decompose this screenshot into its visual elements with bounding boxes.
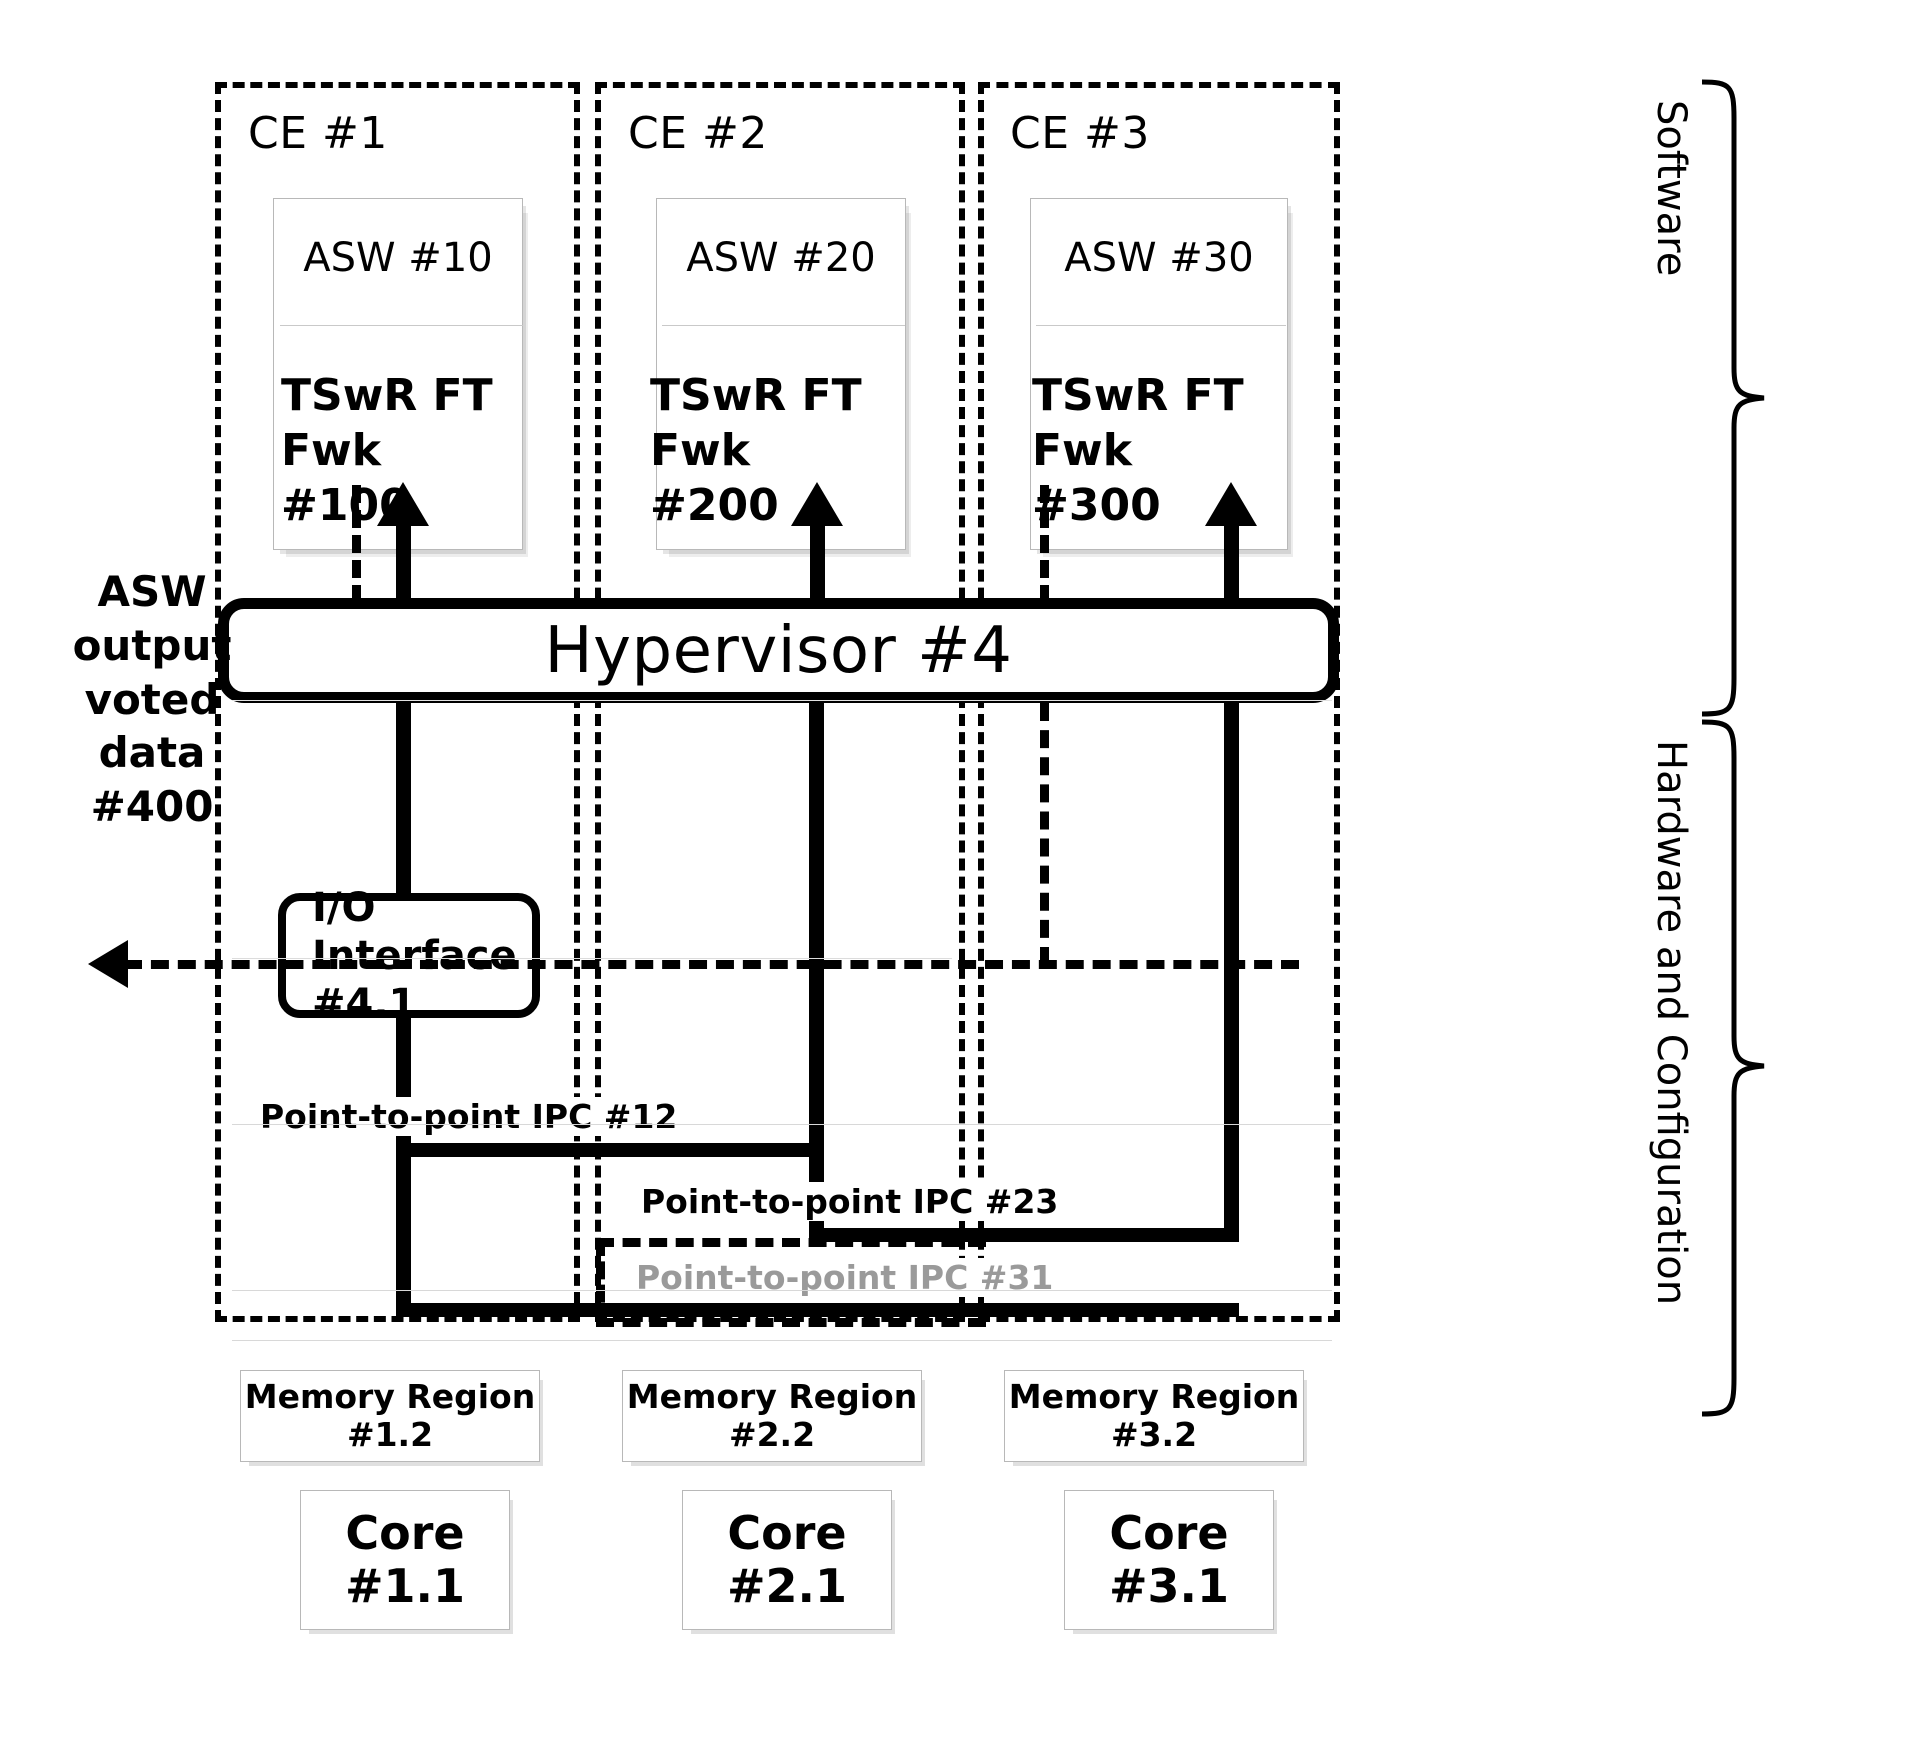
arrow-head-ce1 <box>377 482 429 526</box>
core-box-ce3: Core #3.1 <box>1064 1490 1274 1630</box>
core-label-ce2: Core #2.1 <box>726 1506 848 1613</box>
ghost-line-2 <box>232 1290 1332 1291</box>
config-line-ipc31-left <box>596 1238 605 1326</box>
io-interface-label: I/O Interface #4.1 <box>312 884 517 1027</box>
brace-hardware <box>1701 719 1765 1417</box>
asw-output-arrow-head <box>88 940 128 988</box>
hypervisor-box: Hypervisor #4 <box>218 598 1339 703</box>
diagram-canvas: CE #1 CE #2 CE #3 ASW #10 ASW #20 ASW #3… <box>0 0 1925 1741</box>
asw-label-ce2: ASW #20 <box>686 235 876 281</box>
hypervisor-label: Hypervisor #4 <box>544 613 1013 688</box>
ghost-line-5 <box>232 700 1332 701</box>
arrow-head-ce2 <box>791 482 843 526</box>
ghost-line-4 <box>232 958 952 959</box>
asw-label-ce3: ASW #30 <box>1064 235 1254 281</box>
asw-output-label: ASW output voted data #400 <box>72 567 232 831</box>
brace-label-hardware: Hardware and Configuration <box>1648 740 1694 1306</box>
memory-box-ce2: Memory Region #2.2 <box>622 1370 922 1462</box>
asw-divider-ce3 <box>1036 325 1286 326</box>
core-box-ce2: Core #2.1 <box>682 1490 892 1630</box>
ipc31-horizontal <box>396 1303 1239 1317</box>
config-riser-ce3 <box>1040 703 1049 965</box>
memory-label-ce3: Memory Region #3.2 <box>1008 1377 1300 1454</box>
ipc23-label: Point-to-point IPC #23 <box>637 1182 1063 1221</box>
ipc31-label: Point-to-point IPC #31 <box>632 1258 1058 1297</box>
asw-divider-ce2 <box>662 325 905 326</box>
brace-software <box>1701 79 1765 717</box>
asw-divider-ce1 <box>280 325 523 326</box>
memory-label-ce1: Memory Region #1.2 <box>244 1377 536 1454</box>
core-box-ce1: Core #1.1 <box>300 1490 510 1630</box>
config-line-ipc31-bottom <box>596 1318 986 1327</box>
ipc23-vertical-right <box>1224 700 1239 1242</box>
arrow-shaft-ce3 <box>1224 520 1239 610</box>
partition-label-ce3: CE #3 <box>1010 108 1150 159</box>
io-interface-box: I/O Interface #4.1 <box>278 885 540 1027</box>
framework-label-ce2: TSwR FT Fwk #200 <box>650 370 862 531</box>
memory-box-ce3: Memory Region #3.2 <box>1004 1370 1304 1462</box>
ipc12-label: Point-to-point IPC #12 <box>256 1097 682 1136</box>
partition-label-ce2: CE #2 <box>628 108 768 159</box>
arrow-shaft-ce1 <box>396 520 411 610</box>
memory-box-ce1: Memory Region #1.2 <box>240 1370 540 1462</box>
memory-label-ce2: Memory Region #2.2 <box>626 1377 918 1454</box>
arrow-shaft-ce2 <box>810 520 825 610</box>
ghost-line-3 <box>232 1340 1332 1341</box>
partition-label-ce1: CE #1 <box>248 108 388 159</box>
core-label-ce3: Core #3.1 <box>1108 1506 1230 1613</box>
arrow-head-ce3 <box>1205 482 1257 526</box>
config-stub-ce3 <box>1040 485 1049 603</box>
ghost-line-1 <box>232 1124 1332 1125</box>
ipc12-vertical-right <box>809 700 824 1155</box>
asw-label-ce1: ASW #10 <box>303 235 493 281</box>
config-stub-ce1 <box>352 485 361 603</box>
config-line-ipc31-top <box>596 1238 986 1247</box>
core-label-ce1: Core #1.1 <box>344 1506 466 1613</box>
asw-output-dashed-line <box>124 960 1299 969</box>
brace-label-software: Software <box>1648 100 1694 277</box>
ipc12-horizontal <box>396 1143 820 1157</box>
